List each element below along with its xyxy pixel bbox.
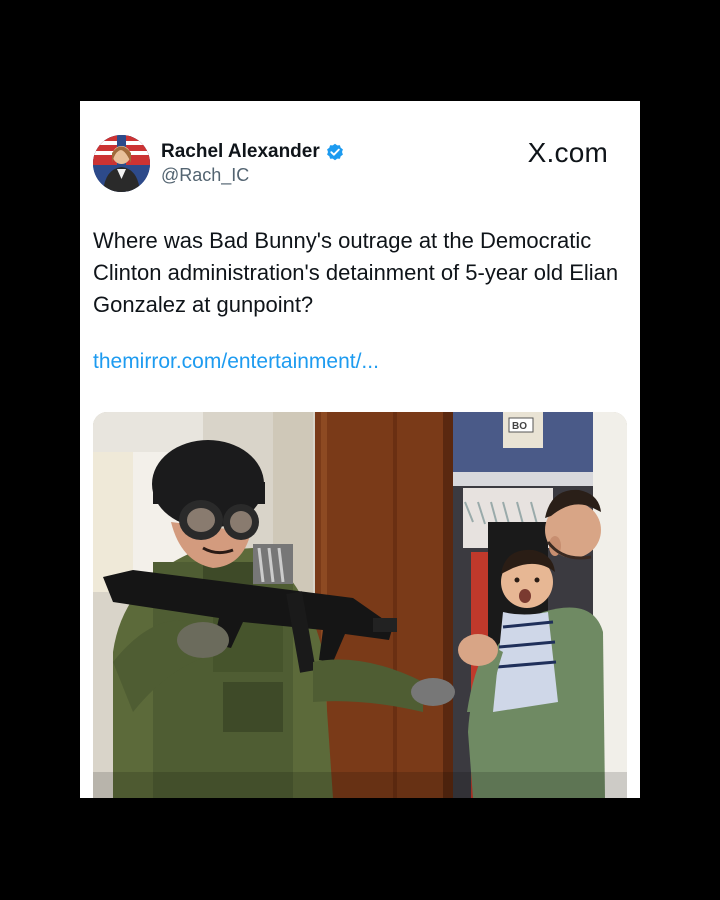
- article-link[interactable]: themirror.com/entertainment/...: [93, 350, 379, 374]
- verified-badge-icon: [326, 143, 344, 161]
- author-name[interactable]: Rachel Alexander: [161, 141, 344, 163]
- post-card[interactable]: Rachel Alexander @Rach_IC X.com Where wa…: [80, 101, 640, 798]
- attached-photo[interactable]: BO: [93, 412, 627, 798]
- tweet-text: Where was Bad Bunny's outrage at the Dem…: [93, 228, 619, 317]
- author-name-text[interactable]: Rachel Alexander: [161, 141, 320, 163]
- photo-box-label: BO: [512, 421, 527, 432]
- avatar[interactable]: [93, 135, 150, 192]
- brand-label: X.com: [527, 137, 608, 168]
- author-handle[interactable]: @Rach_IC: [161, 165, 249, 186]
